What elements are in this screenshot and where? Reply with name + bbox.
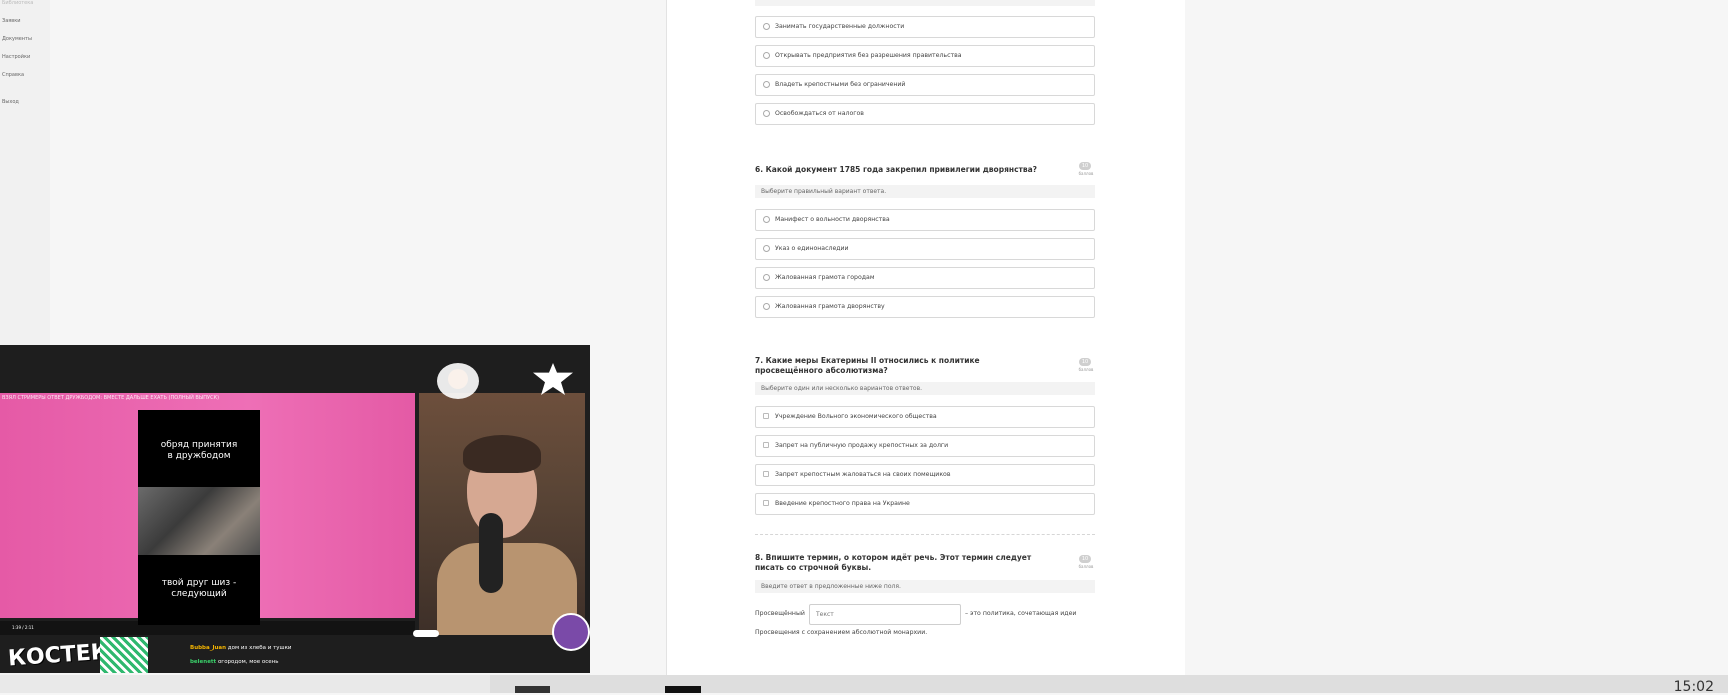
- player-time: 1:39 / 2:11: [12, 625, 34, 630]
- checkbox-icon[interactable]: [763, 442, 769, 448]
- star-sticker-icon: [533, 363, 573, 395]
- radio-icon[interactable]: [763, 23, 770, 30]
- sidebar-item-settings[interactable]: Настройки: [2, 54, 30, 60]
- radio-icon[interactable]: [763, 110, 770, 117]
- option-label: Открывать предприятия без разрешения пра…: [775, 52, 962, 59]
- q7-title: 7. Какие меры Екатерины II относились к …: [755, 356, 980, 375]
- q7-option-1[interactable]: Учреждение Вольного экономического общес…: [755, 406, 1095, 428]
- option-label: Занимать государственные должности: [775, 23, 905, 30]
- sidebar-item-documents[interactable]: Документы: [2, 36, 32, 42]
- q7-points-label: баллов: [1078, 367, 1094, 372]
- q6-title: 6. Какой документ 1785 года закрепил при…: [755, 165, 1038, 174]
- qr-code: [100, 637, 148, 673]
- chat-message: belenett огородом, мое осень: [190, 659, 278, 665]
- sidebar-item-help[interactable]: Справка: [2, 72, 24, 78]
- chat-text: дом из хлеба и тушки: [227, 645, 292, 651]
- option-label: Жалованная грамота городам: [775, 274, 875, 281]
- option-label: Манифест о вольности дворянства: [775, 216, 890, 223]
- q8-prefix: Просвещённый: [755, 610, 805, 617]
- chat-user: Bubba_Juan: [190, 645, 227, 651]
- radio-icon[interactable]: [763, 245, 770, 252]
- chat-text: огородом, мое осень: [217, 659, 279, 665]
- planet-sticker-icon: [552, 613, 590, 651]
- q7-points-badge: 10: [1079, 358, 1091, 366]
- option-label: Учреждение Вольного экономического общес…: [775, 413, 937, 420]
- webcam-feed: [419, 393, 585, 635]
- phone-caption-top: обряд принятия в дружбодом: [160, 440, 238, 461]
- q5-option-3[interactable]: Владеть крепостными без ограничений: [755, 74, 1095, 96]
- radio-icon[interactable]: [763, 303, 770, 310]
- streamer-hair: [463, 435, 541, 473]
- video-title: ВЗЯЛ СТРИМЕРЫ ОТВЕТ ДРУЖБОДОМ: ВМЕСТЕ ДА…: [2, 395, 220, 401]
- channel-logo: КОСТЕК: [7, 639, 110, 672]
- radio-icon[interactable]: [763, 81, 770, 88]
- radio-icon[interactable]: [763, 216, 770, 223]
- bone-sticker-icon: [413, 630, 439, 637]
- taskbar-app-icon[interactable]: [515, 686, 550, 693]
- q6-option-1[interactable]: Манифест о вольности дворянства: [755, 209, 1095, 231]
- option-label: Введение крепостного права на Украине: [775, 500, 910, 507]
- q7-hint: Выберите один или несколько вариантов от…: [755, 382, 1095, 395]
- q6-option-3[interactable]: Жалованная грамота городам: [755, 267, 1095, 289]
- q8-points-badge: 10: [1079, 555, 1091, 563]
- q8-suffix: – это политика, сочетающая идеи: [965, 610, 1077, 617]
- q6-option-4[interactable]: Жалованная грамота дворянству: [755, 296, 1095, 318]
- checkbox-icon[interactable]: [763, 471, 769, 477]
- q5-option-1[interactable]: Занимать государственные должности: [755, 16, 1095, 38]
- q7-option-4[interactable]: Введение крепостного права на Украине: [755, 493, 1095, 515]
- q6-option-2[interactable]: Указ о единонаследии: [755, 238, 1095, 260]
- q6-points-badge: 10: [1079, 162, 1091, 170]
- q8-answer-input[interactable]: [809, 604, 961, 625]
- microphone-icon: [479, 513, 503, 593]
- q5-option-4[interactable]: Освобождаться от налогов: [755, 103, 1095, 125]
- page-background-right: [1185, 0, 1728, 675]
- option-label: Владеть крепостными без ограничений: [775, 81, 906, 88]
- chat-message: Bubba_Juan дом из хлеба и тушки: [190, 645, 292, 651]
- sidebar-item-library[interactable]: Библиотека: [2, 0, 33, 6]
- q5-option-2[interactable]: Открывать предприятия без разрешения пра…: [755, 45, 1095, 67]
- checkbox-icon[interactable]: [763, 500, 769, 506]
- dog-sticker-icon: [437, 363, 479, 399]
- q7-option-3[interactable]: Запрет крепостным жаловаться на своих по…: [755, 464, 1095, 486]
- option-label: Освобождаться от налогов: [775, 110, 864, 117]
- q8-title: 8. Впишите термин, о котором идёт речь. …: [755, 553, 1032, 572]
- taskbar: 15:02: [0, 675, 1728, 695]
- radio-icon[interactable]: [763, 274, 770, 281]
- option-label: Запрет на публичную продажу крепостных з…: [775, 442, 949, 449]
- phone-caption-bottom: твой друг шиз - следующий: [161, 578, 237, 599]
- phone-photo: [138, 487, 260, 555]
- video-player-controls[interactable]: 1:39 / 2:11: [0, 621, 415, 635]
- stream-overlay[interactable]: ВЗЯЛ СТРИМЕРЫ ОТВЕТ ДРУЖБОДОМ: ВМЕСТЕ ДА…: [0, 345, 590, 673]
- quiz-paper: [666, 0, 1186, 675]
- sidebar-item-requests[interactable]: Заявки: [2, 18, 21, 24]
- q5-hint-box: [755, 0, 1095, 6]
- q8-hint: Введите ответ в предложенные ниже поля.: [755, 580, 1095, 593]
- phone-video: обряд принятия в дружбодом твой друг шиз…: [138, 410, 260, 625]
- section-divider: [755, 534, 1095, 535]
- q8-points-label: баллов: [1078, 564, 1094, 569]
- q7-option-2[interactable]: Запрет на публичную продажу крепостных з…: [755, 435, 1095, 457]
- radio-icon[interactable]: [763, 52, 770, 59]
- option-label: Жалованная грамота дворянству: [775, 303, 885, 310]
- checkbox-icon[interactable]: [763, 413, 769, 419]
- q6-hint: Выберите правильный вариант ответа.: [755, 185, 1095, 198]
- option-label: Указ о единонаследии: [775, 245, 849, 252]
- chat-user: belenett: [190, 659, 217, 665]
- option-label: Запрет крепостным жаловаться на своих по…: [775, 471, 951, 478]
- sidebar-item-logout[interactable]: Выход: [2, 99, 19, 105]
- q6-points-label: баллов: [1078, 171, 1094, 176]
- taskbar-app-icon[interactable]: [665, 686, 701, 693]
- q8-line2: Просвещения с сохранением абсолютной мон…: [755, 629, 928, 636]
